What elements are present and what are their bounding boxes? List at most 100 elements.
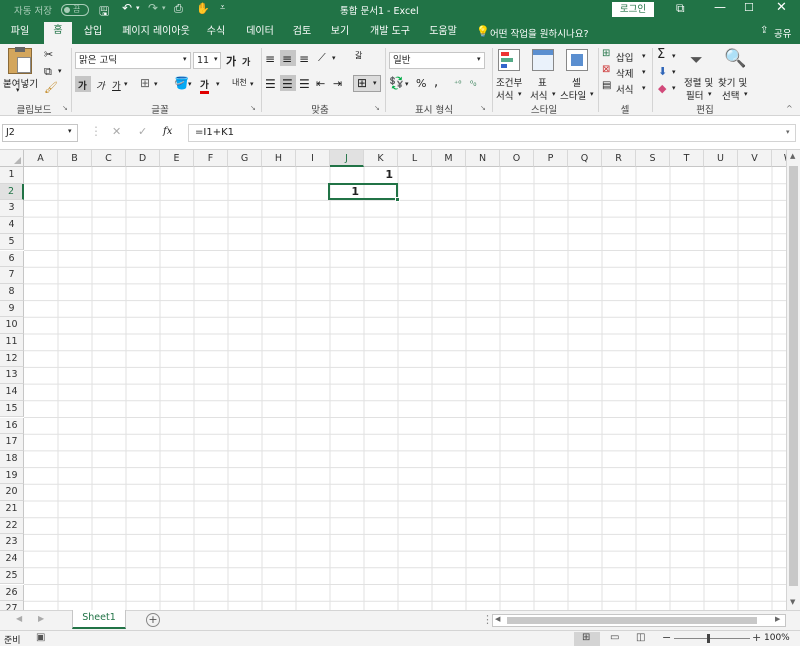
phonetic-button[interactable]: 내천 — [232, 77, 247, 88]
zoom-level[interactable]: 100% — [764, 633, 790, 643]
format-cells-icon[interactable]: ▤ — [602, 80, 611, 91]
column-header-j[interactable]: J — [330, 150, 364, 167]
close-icon[interactable]: ✕ — [776, 0, 787, 15]
column-header-b[interactable]: B — [58, 150, 92, 167]
format-as-table-dropdown-icon[interactable]: ▾ — [552, 90, 556, 98]
vertical-scroll-thumb[interactable] — [789, 166, 798, 586]
minimize-icon[interactable]: — — [714, 0, 726, 14]
macro-record-icon[interactable]: ▣ — [36, 632, 45, 643]
delete-cells-dropdown-icon[interactable]: ▾ — [642, 68, 646, 76]
clipboard-launcher-icon[interactable]: ↘ — [62, 104, 68, 112]
horizontal-scrollbar[interactable]: ◀ ▶ — [492, 614, 786, 627]
tab-developer[interactable]: 개발 도구 — [364, 24, 416, 44]
column-header-c[interactable]: C — [92, 150, 126, 167]
orientation-dropdown-icon[interactable]: ▾ — [332, 54, 336, 62]
undo-icon[interactable]: ↶ — [122, 1, 132, 15]
shrink-font-icon[interactable]: 가 — [242, 55, 250, 68]
insert-cells-dropdown-icon[interactable]: ▾ — [642, 52, 646, 60]
fill-icon[interactable]: ⬇ — [658, 65, 667, 78]
fill-handle[interactable] — [395, 197, 400, 202]
top-align-icon[interactable]: ≡ — [265, 52, 275, 66]
redo-icon[interactable]: ↷ — [148, 1, 158, 15]
conditional-formatting-label-2[interactable]: 서식 — [496, 88, 513, 102]
format-as-table-label[interactable]: 표 — [538, 75, 547, 89]
wrap-text-icon[interactable]: 갋 — [355, 50, 362, 61]
grow-font-icon[interactable]: 가 — [226, 53, 236, 69]
row-header-22[interactable]: 22 — [0, 517, 24, 535]
accounting-format-icon[interactable]: 💱 — [389, 76, 404, 90]
insert-cells-button[interactable]: 삽입 — [616, 50, 633, 64]
column-header-h[interactable]: H — [262, 150, 296, 167]
customize-qat-icon[interactable]: ⩡ — [220, 3, 225, 13]
row-header-8[interactable]: 8 — [0, 283, 24, 301]
expand-formula-bar-icon[interactable]: ▾ — [786, 128, 790, 136]
copy-icon[interactable]: ⧉ — [44, 65, 52, 79]
collapse-ribbon-icon[interactable]: ^ — [786, 104, 793, 113]
font-color-dropdown-icon[interactable]: ▾ — [216, 80, 220, 88]
column-header-o[interactable]: O — [500, 150, 534, 167]
accounting-dropdown-icon[interactable]: ▾ — [405, 80, 409, 88]
find-select-icon[interactable]: 🔍 — [724, 48, 746, 69]
column-header-f[interactable]: F — [194, 150, 228, 167]
row-header-4[interactable]: 4 — [0, 217, 24, 234]
row-header-19[interactable]: 19 — [0, 467, 24, 485]
normal-view-icon[interactable]: ⊞ — [582, 632, 590, 643]
sheet-tab-sheet1[interactable]: Sheet1 — [72, 610, 126, 629]
zoom-out-button[interactable]: − — [662, 631, 671, 644]
row-header-6[interactable]: 6 — [0, 250, 24, 268]
phonetic-dropdown-icon[interactable]: ▾ — [250, 80, 254, 88]
horizontal-scroll-thumb[interactable] — [507, 617, 757, 624]
zoom-in-button[interactable]: + — [752, 631, 761, 644]
number-launcher-icon[interactable]: ↘ — [480, 104, 486, 112]
sort-filter-dropdown-icon[interactable]: ▾ — [708, 90, 712, 98]
align-right-icon[interactable]: ☰ — [299, 77, 310, 91]
tell-me-search[interactable]: 어떤 작업을 원하시나요? — [490, 26, 588, 40]
select-all-button[interactable] — [0, 150, 24, 167]
conditional-formatting-label[interactable]: 조건부 — [496, 75, 522, 89]
tab-formulas[interactable]: 수식 — [202, 24, 230, 44]
row-header-15[interactable]: 15 — [0, 400, 24, 418]
column-header-k[interactable]: K — [364, 150, 398, 167]
name-box[interactable]: J2 — [2, 124, 78, 142]
tab-file[interactable]: 파일 — [2, 24, 38, 44]
borders-icon[interactable]: ⊞ — [140, 76, 150, 90]
paste-button[interactable]: 붙여넣기 — [3, 76, 38, 90]
login-button[interactable]: 로그인 — [612, 2, 654, 17]
column-header-s[interactable]: S — [636, 150, 670, 167]
column-header-d[interactable]: D — [126, 150, 160, 167]
zoom-slider[interactable] — [674, 638, 750, 639]
maximize-icon[interactable]: ☐ — [744, 1, 754, 14]
autosum-icon[interactable]: Σ — [657, 47, 665, 62]
scroll-left-icon[interactable]: ◀ — [495, 615, 500, 623]
row-header-7[interactable]: 7 — [0, 267, 24, 284]
row-header-17[interactable]: 17 — [0, 434, 24, 451]
row-header-27[interactable]: 27 — [0, 601, 24, 610]
format-cells-dropdown-icon[interactable]: ▾ — [642, 84, 646, 92]
vertical-scrollbar[interactable]: ▲ ▼ — [786, 150, 800, 610]
sort-filter-icon[interactable]: ⏷ — [690, 50, 703, 70]
number-format-dropdown-icon[interactable]: ▾ — [477, 55, 481, 63]
active-cell-border[interactable] — [328, 183, 398, 200]
tab-insert[interactable]: 삽입 — [78, 24, 108, 44]
increase-decimal-icon[interactable]: ⁺⁰ — [454, 79, 461, 88]
number-format-select[interactable]: 일반 — [389, 52, 485, 69]
autosave-toggle[interactable]: 끔 — [61, 4, 89, 16]
next-sheet-icon[interactable]: ▶ — [38, 614, 44, 623]
cell-styles-label[interactable]: 셀 — [572, 75, 581, 89]
sort-filter-label[interactable]: 정렬 및 — [684, 75, 713, 89]
row-header-18[interactable]: 18 — [0, 450, 24, 468]
row-header-26[interactable]: 26 — [0, 584, 24, 602]
redo-dropdown-icon[interactable]: ▾ — [162, 4, 166, 12]
column-header-n[interactable]: N — [466, 150, 500, 167]
column-header-q[interactable]: Q — [568, 150, 602, 167]
autosum-dropdown-icon[interactable]: ▾ — [672, 52, 676, 60]
row-header-9[interactable]: 9 — [0, 300, 24, 318]
row-header-12[interactable]: 12 — [0, 350, 24, 368]
row-header-10[interactable]: 10 — [0, 317, 24, 334]
column-header-v[interactable]: V — [738, 150, 772, 167]
cut-icon[interactable]: ✂ — [44, 48, 53, 61]
bold-button[interactable]: 가 — [78, 78, 87, 92]
row-header-20[interactable]: 20 — [0, 484, 24, 501]
column-header-e[interactable]: E — [160, 150, 194, 167]
row-header-3[interactable]: 3 — [0, 200, 24, 218]
